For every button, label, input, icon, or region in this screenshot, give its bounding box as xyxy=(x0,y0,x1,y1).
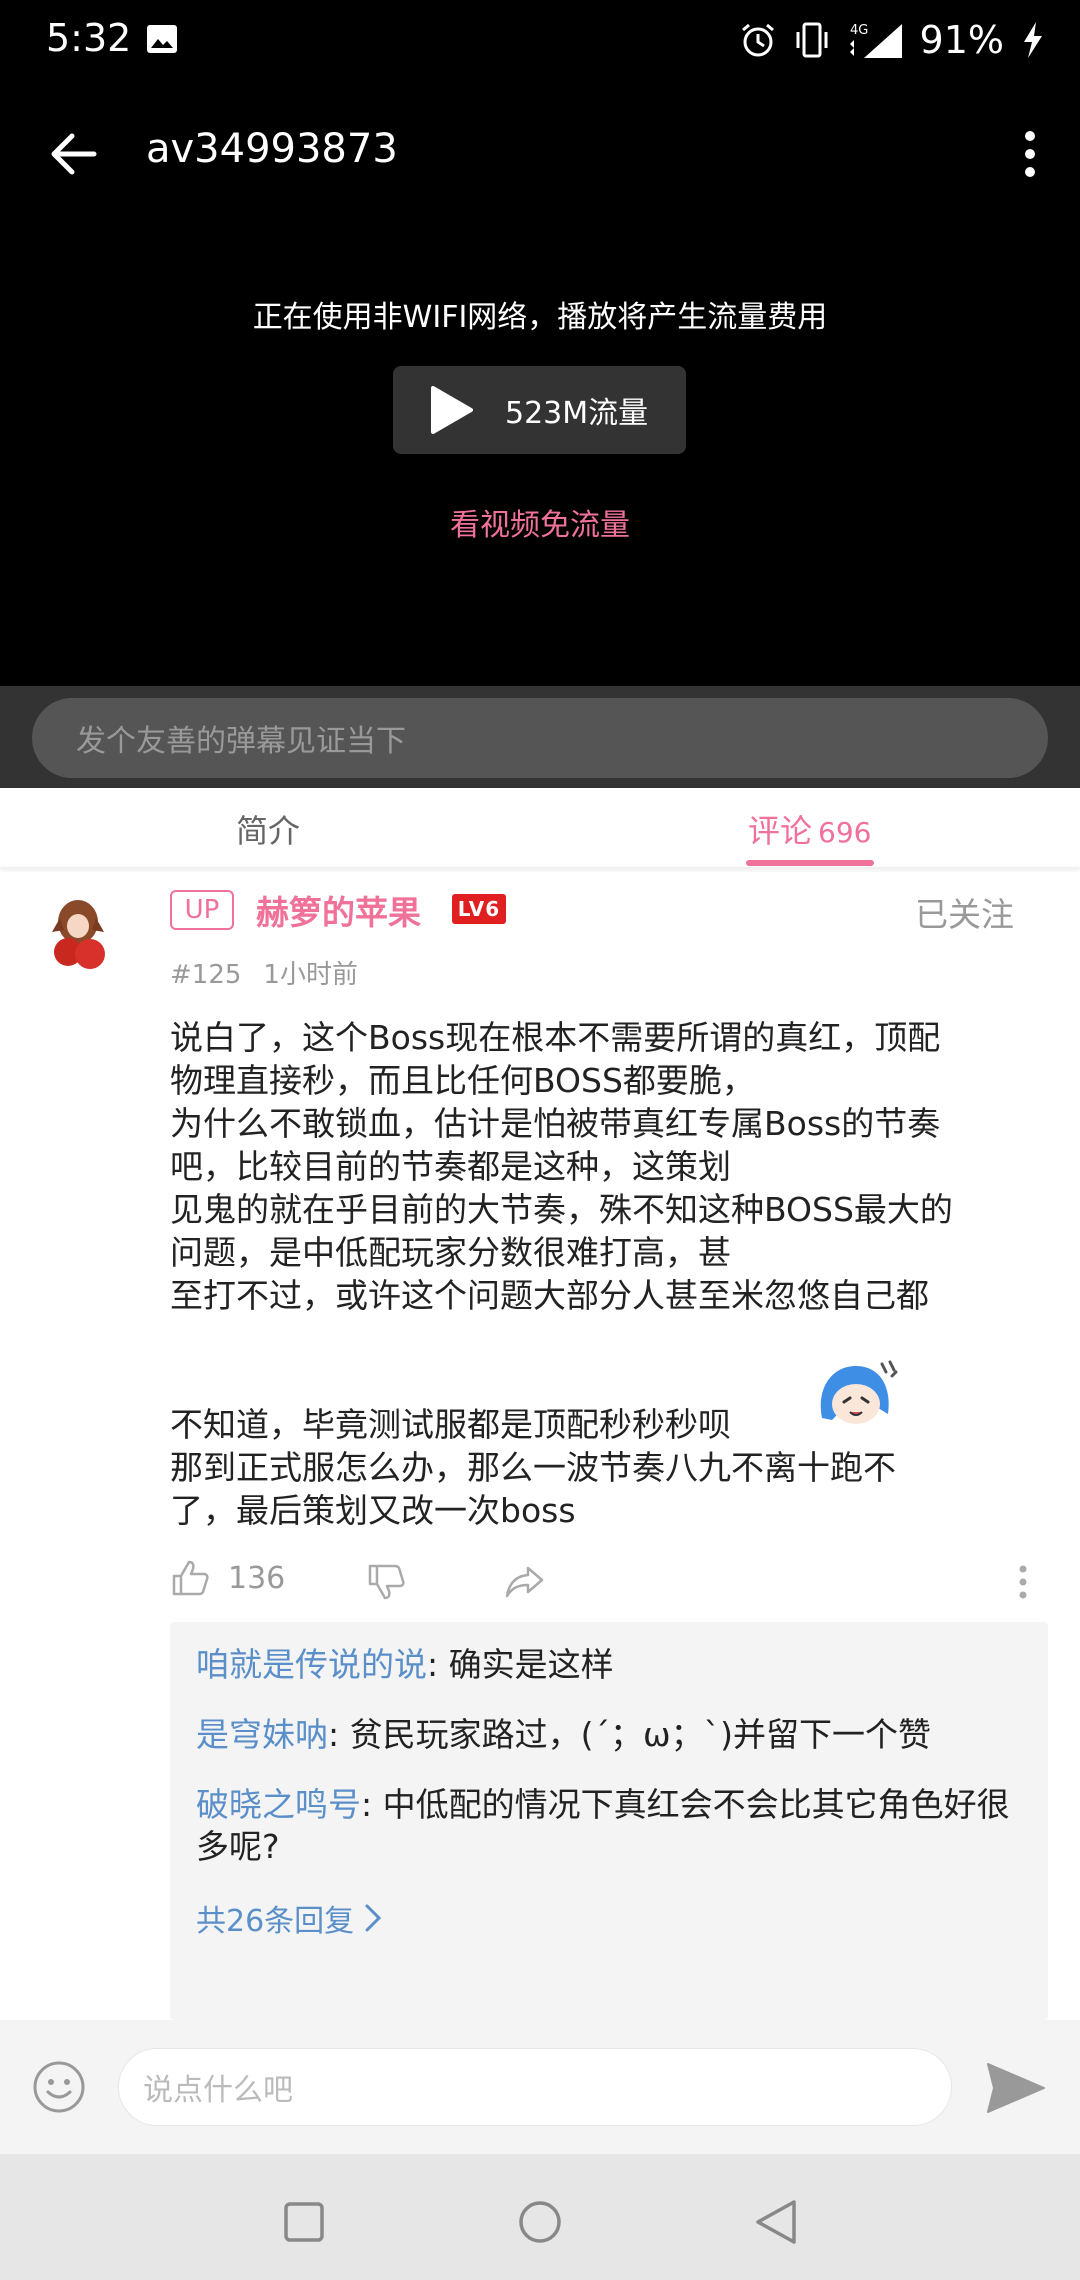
reply-item: 是穹妹呐: 贫民玩家路过，(´；ω；`)并留下一个赞 xyxy=(196,1714,1022,1756)
signal-icon: 4G xyxy=(849,23,902,58)
chevron-right-icon xyxy=(365,1904,382,1932)
active-tab-indicator xyxy=(746,860,874,866)
reply-text: : 确实是这样 xyxy=(427,1645,614,1684)
nav-back-icon[interactable] xyxy=(754,2198,798,2246)
reply-username[interactable]: 破晓之鸣号 xyxy=(196,1785,361,1824)
like-button[interactable]: 136 xyxy=(170,1558,285,1598)
play-button-label: 523M流量 xyxy=(505,396,649,431)
view-all-replies-label: 共26条回复 xyxy=(196,1904,355,1939)
back-arrow-icon[interactable] xyxy=(46,126,102,182)
charging-icon xyxy=(1024,22,1042,58)
tab-comments-label: 评论 xyxy=(748,812,813,850)
tab-bar: 简介 评论 696 xyxy=(0,788,1080,868)
video-player[interactable]: av34993873 正在使用非WIFI网络，播放将产生流量费用 523M流量 … xyxy=(0,80,1080,686)
comment-time: 1小时前 xyxy=(263,960,358,990)
share-arrow-icon[interactable] xyxy=(504,1562,546,1602)
status-bar: 5:32 4G 91% xyxy=(0,0,1080,80)
home-icon[interactable] xyxy=(518,2200,562,2244)
reply-username[interactable]: 咱就是传说的说 xyxy=(196,1645,427,1684)
reply-item: 破晓之鸣号: 中低配的情况下真红会不会比其它角色好很多呢? xyxy=(196,1784,1022,1868)
battery-level: 91% xyxy=(919,18,1004,62)
comment-item: UP 赫箩的苹果 LV6 已关注 #125 1小时前 说白了，这个Boss现在根本… xyxy=(0,872,1080,2020)
avatar[interactable] xyxy=(38,892,120,974)
tab-comments-count: 696 xyxy=(818,816,872,849)
thumbs-down-icon[interactable] xyxy=(366,1562,406,1602)
replies-box[interactable]: 咱就是传说的说: 确实是这样 是穹妹呐: 贫民玩家路过，(´；ω；`)并留下一个… xyxy=(170,1622,1048,2020)
network-warning: 正在使用非WIFI网络，播放将产生流量费用 xyxy=(252,300,828,335)
image-icon xyxy=(147,25,177,53)
vibrate-icon xyxy=(796,22,828,58)
tab-intro[interactable]: 简介 xyxy=(236,806,300,852)
comment-more-icon[interactable] xyxy=(1016,1562,1030,1602)
level-badge: LV6 xyxy=(452,894,506,924)
reply-input-bar: 说点什么吧 xyxy=(0,2020,1080,2154)
like-count: 136 xyxy=(228,1560,286,1596)
send-icon[interactable] xyxy=(986,2062,1046,2114)
reply-username[interactable]: 是穹妹呐 xyxy=(196,1715,328,1754)
more-vertical-icon[interactable] xyxy=(1002,126,1058,182)
reply-input[interactable]: 说点什么吧 xyxy=(118,2048,952,2126)
reply-item: 咱就是传说的说: 确实是这样 xyxy=(196,1644,1022,1686)
comment-floor: #125 xyxy=(170,960,242,990)
danmaku-input[interactable]: 发个友善的弹幕见证当下 xyxy=(32,698,1048,778)
reply-text: : 贫民玩家路过，(´；ω；`)并留下一个赞 xyxy=(328,1715,931,1754)
network-type-label: 4G xyxy=(850,23,868,38)
comment-username[interactable]: 赫箩的苹果 xyxy=(256,886,421,934)
emoji-icon[interactable] xyxy=(32,2060,86,2114)
free-traffic-link[interactable]: 看视频免流量 xyxy=(0,500,1080,544)
view-all-replies-link[interactable]: 共26条回复 xyxy=(196,1896,1022,1940)
up-badge: UP xyxy=(170,890,234,930)
blue-hair-sticker-emoji xyxy=(820,1360,898,1424)
play-icon xyxy=(431,386,473,434)
alarm-icon xyxy=(741,23,774,57)
status-time: 5:32 xyxy=(46,16,132,60)
comment-actions: 136 xyxy=(170,1558,1050,1608)
comment-meta: #125 1小时前 xyxy=(170,954,358,991)
play-with-data-button[interactable]: 523M流量 xyxy=(393,366,686,454)
tab-comments[interactable]: 评论 696 xyxy=(748,806,871,852)
recent-apps-icon[interactable] xyxy=(284,2202,324,2242)
danmaku-bar: 发个友善的弹幕见证当下 xyxy=(0,686,1080,788)
thumbs-up-icon xyxy=(172,1560,209,1596)
video-title: av34993873 xyxy=(146,126,398,172)
status-icons: 4G 91% xyxy=(738,14,1046,66)
follow-status-button[interactable]: 已关注 xyxy=(915,888,1014,936)
comment-text: 说白了，这个Boss现在根本不需要所谓的真红，顶配 物理直接秒，而且比任何BOS… xyxy=(170,1018,953,1530)
system-navigation-bar xyxy=(0,2154,1080,2280)
